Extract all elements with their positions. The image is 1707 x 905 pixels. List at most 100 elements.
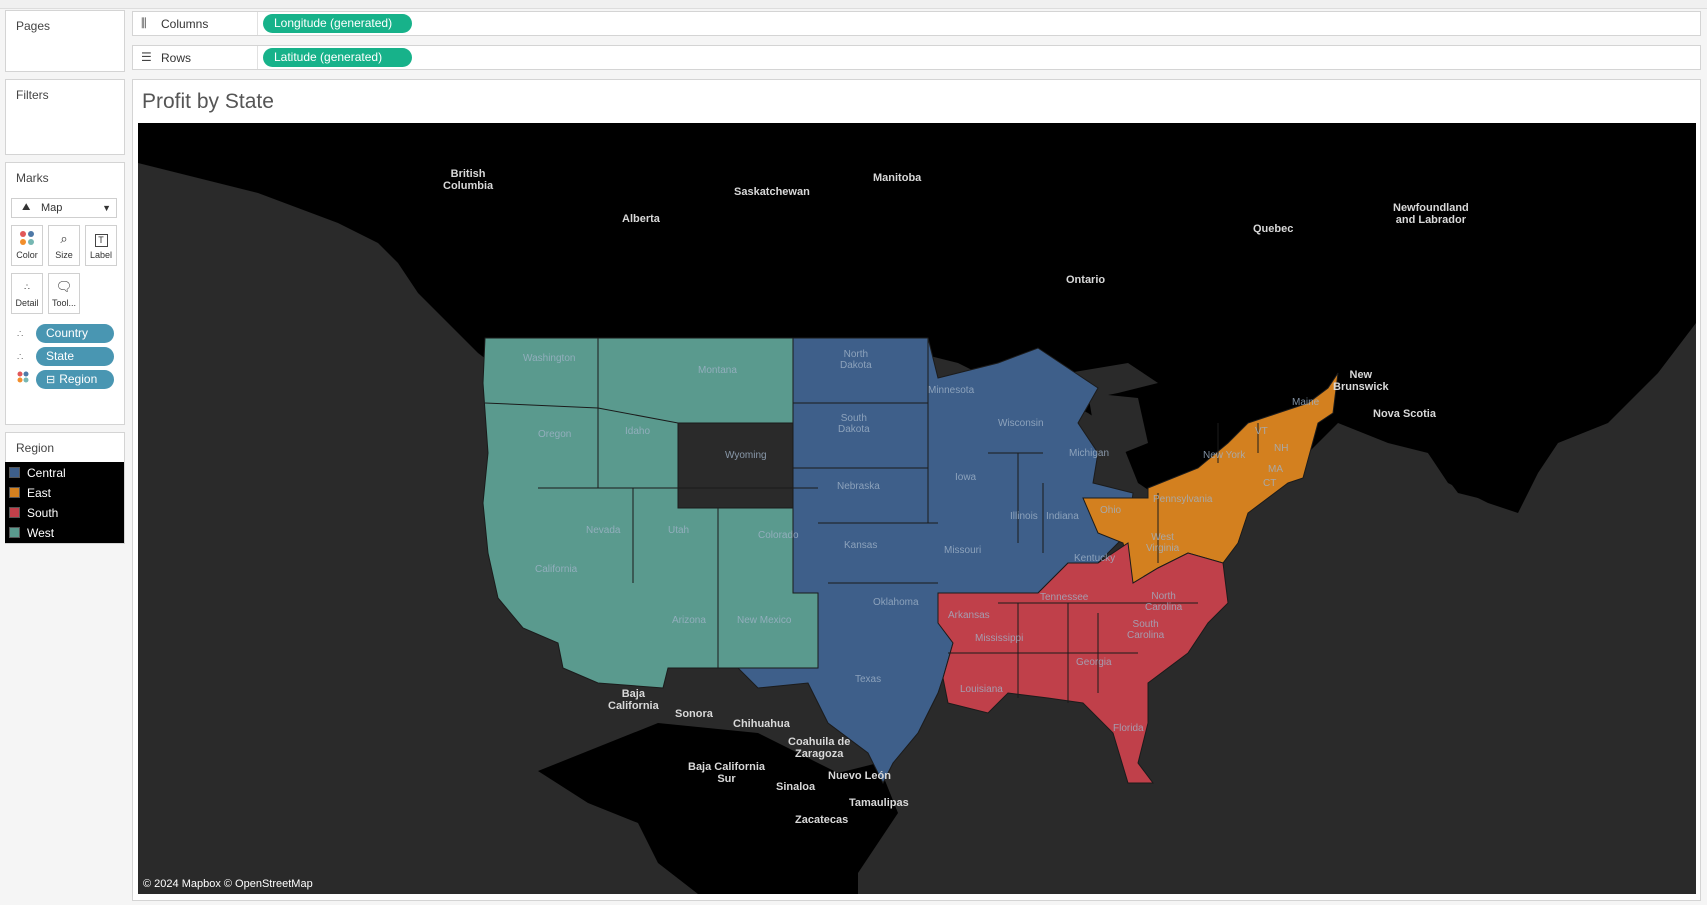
- map-state-label: Wyoming: [725, 450, 767, 461]
- state-pill[interactable]: State: [36, 347, 114, 366]
- map-state-label: MA: [1268, 464, 1283, 475]
- map-place-label: Coahuila de Zaragoza: [788, 736, 851, 760]
- pages-card[interactable]: Pages: [5, 10, 125, 72]
- pages-title: Pages: [16, 19, 51, 33]
- west-region: [482, 337, 819, 689]
- map-state-label: Colorado: [758, 530, 799, 541]
- detail-button[interactable]: ∴ Detail: [11, 273, 43, 314]
- map-state-label: Mississippi: [975, 633, 1024, 644]
- tooltip-button[interactable]: 🗨 Tool...: [48, 273, 80, 314]
- map-state-label: Kentucky: [1074, 553, 1116, 564]
- map-state-label: Indiana: [1046, 511, 1079, 522]
- map-state-label: West Virginia: [1146, 532, 1180, 554]
- map-place-label: British Columbia: [443, 168, 494, 192]
- color-button[interactable]: Color: [11, 225, 43, 266]
- map-state-label: NH: [1274, 443, 1289, 454]
- map-state-label: Arkansas: [948, 610, 990, 621]
- legend-item-label: East: [27, 486, 52, 500]
- map-state-label: Oklahoma: [873, 597, 919, 608]
- legend-item-label: West: [27, 526, 55, 540]
- map-state-label: California: [535, 564, 578, 575]
- region-pill[interactable]: ⊟ Region: [36, 370, 114, 389]
- map-state-label: Idaho: [625, 426, 651, 437]
- basemap-svg: [138, 123, 1696, 894]
- map-state-label: Minnesota: [928, 385, 975, 396]
- map-place-label: Saskatchewan: [734, 186, 810, 198]
- detail-dots-icon: ∴: [24, 282, 30, 292]
- map-state-label: Pennsylvania: [1153, 494, 1213, 505]
- map-place-label: Newfoundland and Labrador: [1393, 202, 1469, 226]
- columns-label: Columns: [161, 17, 209, 31]
- text-label-icon: T: [86, 230, 116, 248]
- chevron-down-icon[interactable]: ▼: [102, 199, 111, 217]
- detail-dots-icon: ∴: [17, 352, 24, 363]
- map-place-label: Tamaulipas: [849, 797, 909, 809]
- map-mark-icon: ⛰: [22, 202, 31, 213]
- size-button-label: Size: [55, 250, 73, 260]
- color-dots-icon: [12, 230, 42, 248]
- map-state-label: Tennessee: [1040, 592, 1089, 603]
- region-legend: Central East South West: [5, 462, 124, 543]
- map-state-label: Oregon: [538, 429, 572, 440]
- map-state-label: Wisconsin: [998, 418, 1044, 429]
- columns-icon: ⫼: [141, 16, 147, 30]
- legend-swatch: [9, 507, 20, 518]
- collapse-icon: ⊟: [46, 374, 56, 386]
- map-state-label: Florida: [1113, 723, 1144, 734]
- columns-shelf[interactable]: ⫼ Columns Longitude (generated): [132, 11, 1701, 36]
- legend-swatch: [9, 487, 20, 498]
- map-state-label: Missouri: [944, 545, 982, 556]
- detail-dots-icon: ∴: [17, 329, 24, 340]
- legend-item[interactable]: Central: [9, 465, 66, 481]
- map-state-label: Iowa: [955, 472, 977, 483]
- map-place-label: Chihuahua: [733, 718, 790, 730]
- map-place-label: New Brunswick: [1333, 369, 1389, 393]
- shelf-divider: [257, 12, 258, 35]
- map-state-label: VT: [1255, 426, 1268, 437]
- size-button[interactable]: ⌕ Size: [48, 225, 80, 266]
- mark-type-dropdown[interactable]: ⛰ Map ▼: [11, 198, 117, 218]
- map-attribution[interactable]: © 2024 Mapbox © OpenStreetMap: [143, 878, 313, 890]
- map-place-label: Sonora: [675, 708, 713, 720]
- map-state-label: Nebraska: [837, 481, 880, 492]
- legend-item[interactable]: South: [9, 505, 58, 521]
- filters-title: Filters: [16, 88, 49, 102]
- map-state-label: Maine: [1292, 397, 1320, 408]
- color-dots-icon: [17, 371, 29, 386]
- legend-item[interactable]: East: [9, 485, 51, 501]
- latitude-pill[interactable]: Latitude (generated): [263, 48, 412, 67]
- map-state-label: Georgia: [1076, 657, 1112, 668]
- map-state-label: Texas: [855, 674, 882, 685]
- label-button[interactable]: T Label: [85, 225, 117, 266]
- longitude-pill[interactable]: Longitude (generated): [263, 14, 412, 33]
- map-place-label: Zacatecas: [795, 814, 849, 826]
- map-place-label: Alberta: [622, 213, 660, 225]
- region-pill-label: Region: [59, 372, 98, 386]
- map-state-label: Washington: [523, 353, 576, 364]
- map-state-label: Michigan: [1069, 448, 1110, 459]
- country-pill[interactable]: Country: [36, 324, 114, 343]
- legend-item[interactable]: West: [9, 525, 54, 541]
- rows-label: Rows: [161, 51, 192, 65]
- map-state-label: Nevada: [586, 525, 621, 536]
- viz-title: Profit by State: [142, 90, 274, 113]
- map-state-label: North Carolina: [1145, 591, 1183, 613]
- shelf-divider: [257, 46, 258, 69]
- map-view[interactable]: British Columbia Saskatchewan Manitoba A…: [138, 123, 1696, 894]
- map-state-label: Louisiana: [960, 684, 1003, 695]
- legend-swatch: [9, 467, 20, 478]
- map-state-label: New York: [1203, 450, 1246, 461]
- size-icon: ⌕: [60, 231, 68, 246]
- rows-icon: ☰: [141, 50, 152, 64]
- marks-title: Marks: [16, 171, 49, 185]
- rows-shelf[interactable]: ☰ Rows Latitude (generated): [132, 45, 1701, 70]
- label-button-label: Label: [89, 250, 113, 260]
- legend-swatch: [9, 527, 20, 538]
- map-place-label: Baja California Sur: [688, 761, 766, 785]
- legend-item-label: South: [27, 506, 59, 520]
- filters-card[interactable]: Filters: [5, 79, 125, 155]
- color-button-label: Color: [16, 250, 38, 260]
- map-state-label: New Mexico: [737, 615, 792, 626]
- tooltip-icon: 🗨: [55, 279, 73, 294]
- map-state-label: South Carolina: [1127, 619, 1165, 641]
